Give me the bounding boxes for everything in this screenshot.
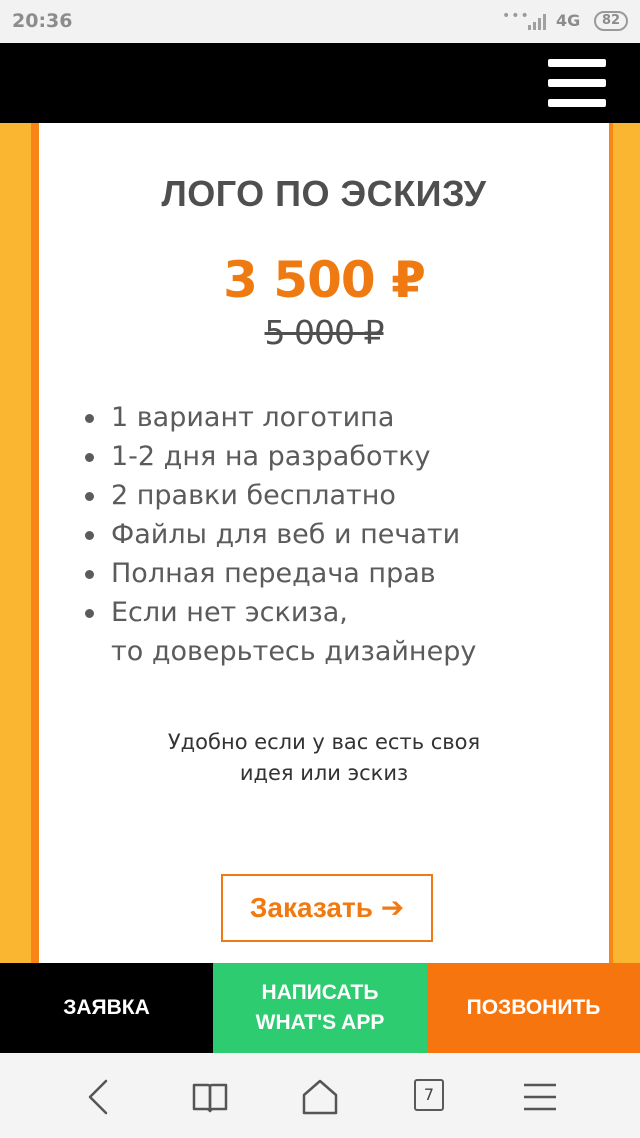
browser-menu-icon[interactable] (518, 1075, 562, 1119)
hamburger-menu-icon[interactable] (548, 57, 606, 109)
content-area: ЛОГО ПО ЭСКИЗУ 3 500 ₽ 5 000 ₽ 1 вариант… (0, 123, 640, 963)
tabs-count: 7 (414, 1079, 444, 1111)
feature-item: Если нет эскиза, то доверьтесь дизайнеру (85, 593, 476, 671)
feature-list: 1 вариант логотипа 1-2 дня на разработку… (85, 398, 476, 671)
order-button[interactable]: Заказать ➔ (221, 874, 433, 942)
price-old: 5 000 ₽ (264, 313, 385, 352)
card-title: ЛОГО ПО ЭСКИЗУ (161, 173, 487, 214)
tabs-icon[interactable]: 7 (408, 1075, 452, 1119)
back-icon[interactable] (78, 1075, 122, 1119)
bookmarks-icon[interactable] (188, 1075, 232, 1119)
right-accent-stripe (609, 123, 613, 963)
signal-icon (528, 14, 546, 30)
battery-icon: 82 (594, 11, 628, 31)
home-icon[interactable] (298, 1075, 342, 1119)
pricing-card: ЛОГО ПО ЭСКИЗУ 3 500 ₽ 5 000 ₽ 1 вариант… (39, 123, 609, 963)
feature-item: Полная передача прав (85, 554, 476, 593)
site-header (0, 43, 640, 123)
status-time: 20:36 (12, 10, 73, 32)
action-bar: ЗАЯВКА НАПИСАТЬ WHAT'S APP ПОЗВОНИТЬ (0, 963, 640, 1053)
card-note: Удобно если у вас есть своя идея или эск… (167, 730, 481, 785)
status-bar: 20:36 ••• 4G 82 (0, 0, 640, 43)
left-accent-stripe (31, 123, 39, 963)
feature-item: 1-2 дня на разработку (85, 437, 476, 476)
call-button[interactable]: ПОЗВОНИТЬ (427, 963, 640, 1053)
feature-item: 1 вариант логотипа (85, 398, 476, 437)
browser-navigation-bar: 7 (0, 1053, 640, 1138)
network-type: 4G (556, 11, 581, 30)
notification-dots: ••• (502, 8, 530, 24)
whatsapp-button[interactable]: НАПИСАТЬ WHAT'S APP (213, 963, 427, 1053)
price-current: 3 500 ₽ (223, 251, 426, 309)
request-button[interactable]: ЗАЯВКА (0, 963, 213, 1053)
feature-item: Файлы для веб и печати (85, 515, 476, 554)
feature-item: 2 правки бесплатно (85, 476, 476, 515)
